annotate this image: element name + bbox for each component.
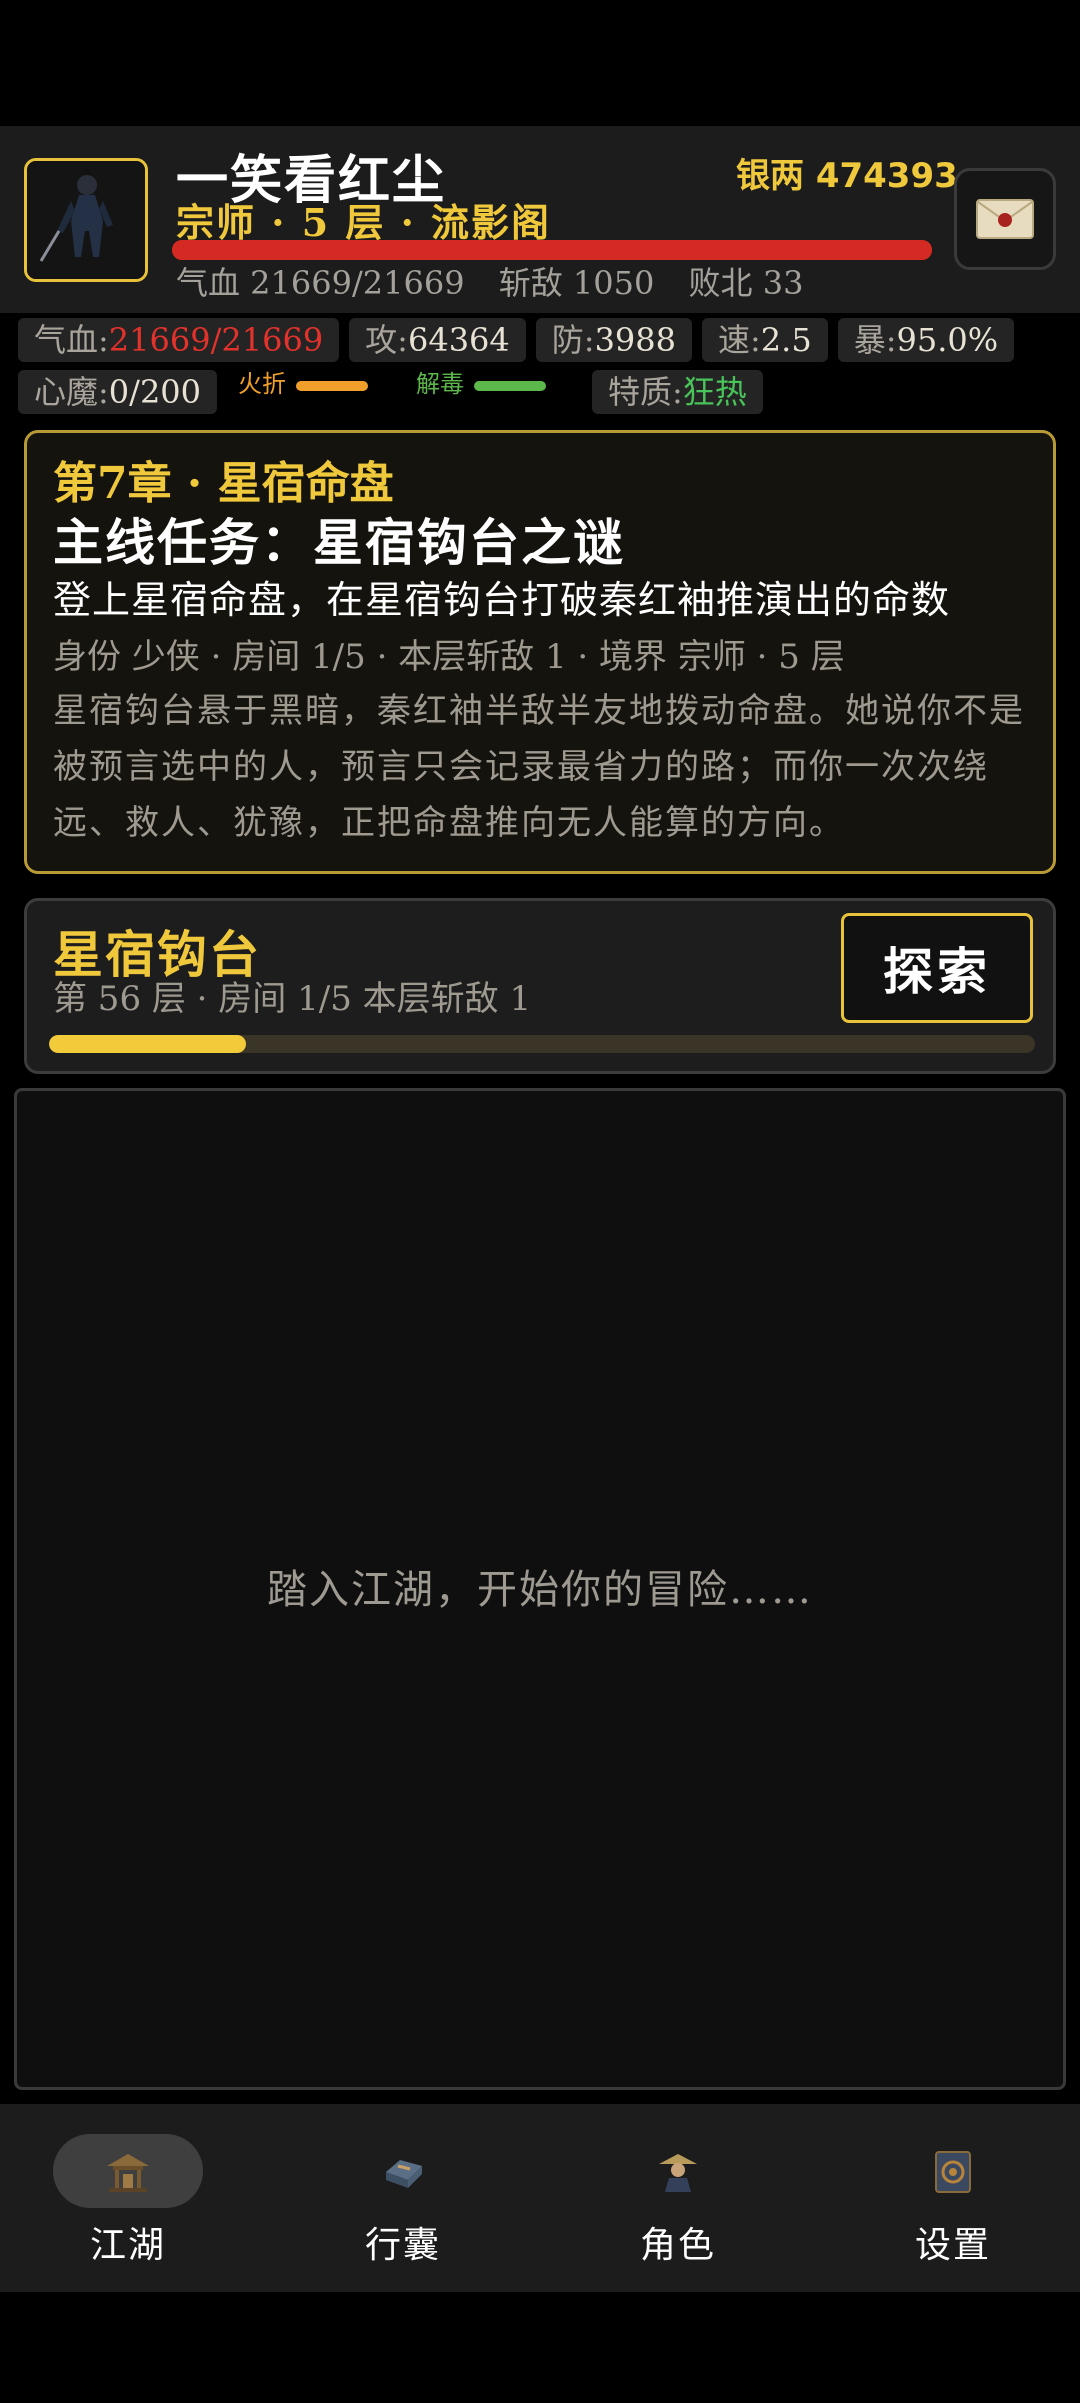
nav-tab-jianghu[interactable]: 江湖: [53, 2134, 203, 2274]
character-rank: 宗师 · 5 层 · 流影阁: [176, 200, 552, 245]
trait-stat: 特质:狂热: [592, 370, 763, 414]
stat-chips: 气血:21669/21669 攻:64364 防:3988 速:2.5 暴:95…: [18, 318, 1015, 364]
swordsman-portrait-icon: [27, 161, 145, 279]
attack-stat: 攻:64364: [349, 318, 526, 362]
nav-tab-bag[interactable]: 行囊: [328, 2134, 478, 2274]
tag-bar: [474, 380, 546, 391]
quest-card: 第7章 · 星宿命盘 主线任务：星宿钩台之谜 登上星宿命盘，在星宿钩台打破秦红袖…: [24, 430, 1056, 874]
nav-label: 行囊: [364, 2225, 441, 2266]
quest-chapter: 第7章 · 星宿命盘: [53, 458, 394, 509]
nav-tab-settings[interactable]: 设置: [878, 2134, 1028, 2274]
speed-stat: 速:2.5: [702, 318, 828, 362]
avatar[interactable]: [24, 158, 148, 282]
status-bar-area: [0, 0, 1080, 126]
floor-progress-fill: [49, 1035, 247, 1053]
settings-book-icon: [935, 2151, 971, 2193]
tag-bar: [296, 380, 368, 391]
log-placeholder: 踏入江湖，开始你的冒险……: [267, 1567, 813, 1613]
silver-count: 银两 474393: [736, 156, 958, 196]
hp-bar: [172, 240, 932, 260]
character-header: 一笑看红尘 银两 474393 宗师 · 5 层 · 流影阁 气血 21669/…: [0, 126, 1080, 313]
heart-demon-stat: 心魔:0/200: [18, 370, 218, 414]
defeats-summary: 败北 33: [688, 264, 804, 302]
nav-label: 角色: [639, 2225, 716, 2266]
character-icon: [659, 2154, 697, 2192]
location-card: 星宿钩台 第 56 层 · 房间 1/5 本层斩敌 1 探索: [24, 898, 1056, 1074]
explore-button[interactable]: 探索: [841, 913, 1033, 1023]
hp-bar-fill: [172, 240, 932, 260]
item-tag-firestarter[interactable]: 火折: [238, 370, 368, 398]
quest-meta: 身份 少侠 · 房间 1/5 · 本层斩敌 1 · 境界 宗师 · 5 层: [53, 637, 845, 677]
gesture-bar-area: [0, 2292, 1080, 2403]
quest-title: 主线任务：星宿钩台之谜: [53, 513, 625, 572]
envelope-icon: [976, 199, 1034, 239]
bottom-nav: 江湖 行囊 角色 设置: [0, 2104, 1080, 2292]
kills-summary: 斩敌 1050: [498, 264, 655, 302]
nav-tab-character[interactable]: 角色: [603, 2134, 753, 2274]
mail-button[interactable]: [954, 168, 1056, 270]
adventure-log[interactable]: 踏入江湖，开始你的冒险……: [14, 1088, 1066, 2090]
nav-label: 设置: [914, 2225, 991, 2266]
summary-stats: 气血 21669/21669 斩敌 1050 败北 33: [176, 258, 827, 304]
floor-progress-bar: [49, 1035, 1035, 1053]
item-tag-antidote[interactable]: 解毒: [416, 370, 546, 398]
quest-goal: 登上星宿命盘，在星宿钩台打破秦红袖推演出的命数: [53, 578, 951, 622]
defense-stat: 防:3988: [535, 318, 692, 362]
pavilion-icon: [107, 2154, 149, 2192]
quest-description: 星宿钩台悬于黑暗，秦红袖半敌半友地拨动命盘。她说你不是被预言选中的人，预言只会记…: [53, 691, 1025, 843]
hp-summary: 气血 21669/21669: [176, 264, 465, 302]
bag-icon: [386, 2160, 422, 2188]
crit-stat: 暴:95.0%: [837, 318, 1015, 362]
location-subtitle: 第 56 层 · 房间 1/5 本层斩敌 1: [53, 979, 532, 1019]
hp-stat: 气血:21669/21669: [18, 318, 340, 362]
nav-label: 江湖: [89, 2225, 166, 2266]
